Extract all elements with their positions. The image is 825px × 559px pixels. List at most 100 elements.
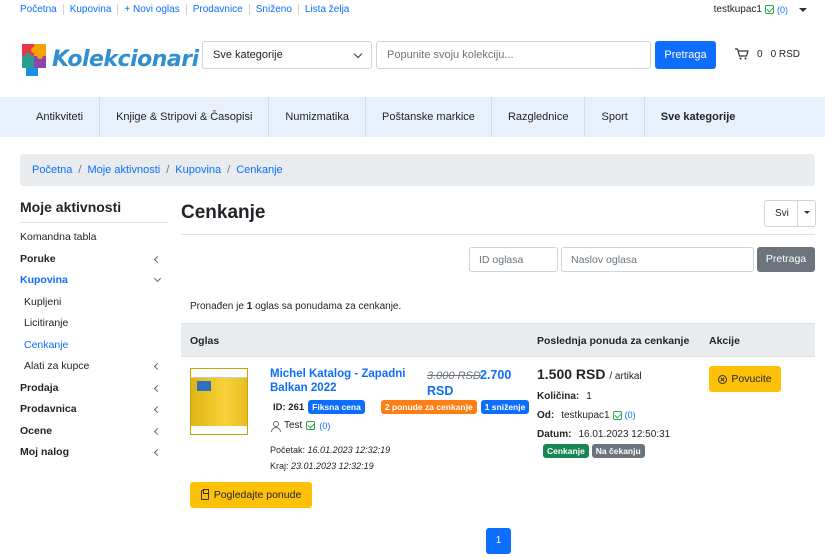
chevron-down-icon: [353, 49, 363, 59]
offer-from-user[interactable]: testkupac1: [561, 406, 609, 425]
divider: [181, 234, 815, 235]
from-label: Od:: [537, 410, 555, 421]
nav-item-antiques[interactable]: Antikviteti: [20, 97, 101, 137]
nav-item-stamps[interactable]: Poštanske markice: [366, 97, 492, 137]
logo-text: Kolekcionari: [52, 46, 199, 72]
listing-currency: RSD: [427, 384, 454, 398]
thumbnail-top-band: [191, 369, 247, 378]
sidebar-item-label: Moj nalog: [20, 446, 69, 458]
puzzle-logo-icon: [22, 44, 46, 76]
seller-rating-count: (0): [319, 420, 331, 431]
quantity-value: 1: [586, 391, 592, 402]
top-link-new-listing[interactable]: + Novi oglas: [118, 4, 187, 15]
cart[interactable]: 0 0 RSD: [735, 48, 800, 60]
nav-item-books[interactable]: Knjige & Stripovi & Časopisi: [100, 97, 270, 137]
offer-from-rating: (0): [624, 410, 636, 420]
listing-title-link[interactable]: Michel Katalog - Zapadni Balkan 2022: [270, 367, 420, 395]
view-offers-label: Pogledajte ponude: [213, 489, 302, 501]
thumbnail-bottom-band: [191, 426, 247, 434]
nav-item-postcards[interactable]: Razglednice: [492, 97, 586, 137]
sidebar-item-bought[interactable]: Kupljeni: [20, 292, 168, 314]
badge-haggle-offers: 2 ponude za cenkanje: [380, 400, 477, 414]
nav-item-sport[interactable]: Sport: [585, 97, 645, 137]
top-bar: Početna Kupovina + Novi oglas Prodavnice…: [0, 0, 825, 22]
top-link-wishlist[interactable]: Lista želja: [299, 4, 355, 15]
column-header-actions: Akcije: [709, 335, 740, 347]
offer-amount: 1.500 RSD / artikal: [537, 366, 642, 382]
table-header: Oglas Poslednja ponuda za cenkanje Akcij…: [181, 323, 815, 357]
listing-thumbnail[interactable]: [190, 368, 248, 435]
breadcrumb-home[interactable]: Početna: [32, 164, 72, 176]
sidebar-item-buyer-tools[interactable]: Alati za kupce: [20, 356, 168, 378]
column-header-listing: Oglas: [190, 335, 220, 347]
listing-id: ID: 261: [273, 401, 305, 413]
breadcrumb-purchase[interactable]: Kupovina: [175, 164, 221, 176]
sidebar-item-haggling[interactable]: Cenkanje: [20, 335, 168, 357]
results-prefix: Pronađen je: [190, 301, 244, 312]
badge-fixed-price: Fiksna cena: [308, 400, 365, 414]
sidebar-item-messages[interactable]: Poruke: [20, 249, 168, 271]
category-select-value: Sve kategorije: [213, 49, 283, 61]
badge-discount: 1 sniženje: [480, 400, 530, 414]
badge-offer-status: Na čekanju: [591, 444, 645, 458]
verified-icon: [306, 421, 316, 430]
results-count: Pronađen je 1 oglas sa ponudama za cenka…: [190, 301, 401, 312]
cart-count: 0: [757, 48, 763, 60]
filter-toggle[interactable]: [797, 201, 816, 226]
sidebar-item-label: Poruke: [20, 252, 56, 265]
top-link-shops[interactable]: Prodavnice: [187, 4, 250, 15]
sidebar-item-account[interactable]: Moj nalog: [20, 442, 168, 464]
results-suffix: oglas sa ponudama za cenkanje.: [255, 301, 402, 312]
caret-down-icon[interactable]: [799, 7, 807, 12]
sidebar-item-bidding[interactable]: Licitiranje: [20, 313, 168, 335]
category-nav: Antikviteti Knjige & Stripovi & Časopisi…: [0, 97, 825, 137]
listing-id-input[interactable]: ID oglasa: [469, 247, 558, 272]
start-label: Početak:: [270, 445, 306, 455]
site-logo[interactable]: Kolekcionari: [20, 40, 199, 78]
breadcrumb-current[interactable]: Cenkanje: [236, 164, 282, 176]
filter-value: Svi: [775, 208, 789, 219]
quantity-label: Količina:: [537, 391, 580, 402]
clipboard-icon: [200, 489, 209, 500]
filter-search-button[interactable]: Pretraga: [757, 247, 815, 272]
sidebar-item-label: Alati za kupce: [24, 360, 90, 372]
offer-date: 16.01.2023 12:50:31: [578, 429, 671, 440]
verified-icon: [765, 5, 774, 14]
sidebar-item-ratings[interactable]: Ocene: [20, 421, 168, 443]
top-link-purchase[interactable]: Kupovina: [64, 4, 119, 15]
date-label: Datum:: [537, 429, 572, 440]
top-link-discounted[interactable]: Sniženo: [250, 4, 299, 15]
nav-item-numismatics[interactable]: Numizmatika: [269, 97, 366, 137]
view-offers-button[interactable]: Pogledajte ponude: [190, 482, 312, 508]
top-link-home[interactable]: Početna: [20, 4, 64, 15]
sidebar-item-purchase[interactable]: Kupovina: [20, 270, 168, 292]
sidebar-item-dashboard[interactable]: Komandna tabla: [20, 227, 168, 249]
search-input[interactable]: Popunite svoju kolekciju...: [376, 41, 651, 69]
chevron-left-icon: [153, 427, 162, 435]
withdraw-label: Povucite: [731, 373, 772, 385]
nav-item-all[interactable]: Sve kategorije: [645, 97, 752, 137]
sidebar-item-label: Prodavnica: [20, 403, 77, 415]
filter-dropdown[interactable]: Svi: [764, 200, 816, 227]
listing-title-input[interactable]: Naslov oglasa: [561, 247, 754, 272]
user-menu[interactable]: testkupac1 (0): [714, 4, 807, 15]
cart-icon: [735, 48, 749, 60]
chevron-left-icon: [153, 384, 162, 392]
listing-dates: Početak: 16.01.2023 12:32:19 Kraj: 23.01…: [270, 442, 390, 474]
sidebar-item-label: Kupovina: [20, 274, 68, 286]
sidebar: Moje aktivnosti Komandna tabla Poruke Ku…: [20, 199, 168, 464]
withdraw-button[interactable]: Povucite: [709, 366, 781, 392]
category-select[interactable]: Sve kategorije: [202, 41, 372, 69]
column-header-last-offer: Poslednja ponuda za cenkanje: [537, 335, 690, 347]
sidebar-title: Moje aktivnosti: [20, 199, 168, 223]
sidebar-item-shop[interactable]: Prodavnica: [20, 399, 168, 421]
listing-new-price: 2.700: [480, 368, 512, 382]
pagination-page-1[interactable]: 1: [486, 528, 511, 554]
seller-name: Test: [284, 420, 303, 431]
username: testkupac1: [713, 4, 762, 15]
sidebar-item-sales[interactable]: Prodaja: [20, 378, 168, 400]
breadcrumb-activities[interactable]: Moje aktivnosti: [87, 164, 160, 176]
user-icon: [271, 420, 281, 432]
listing-seller[interactable]: Test (0): [271, 420, 331, 432]
search-button[interactable]: Pretraga: [655, 41, 716, 69]
